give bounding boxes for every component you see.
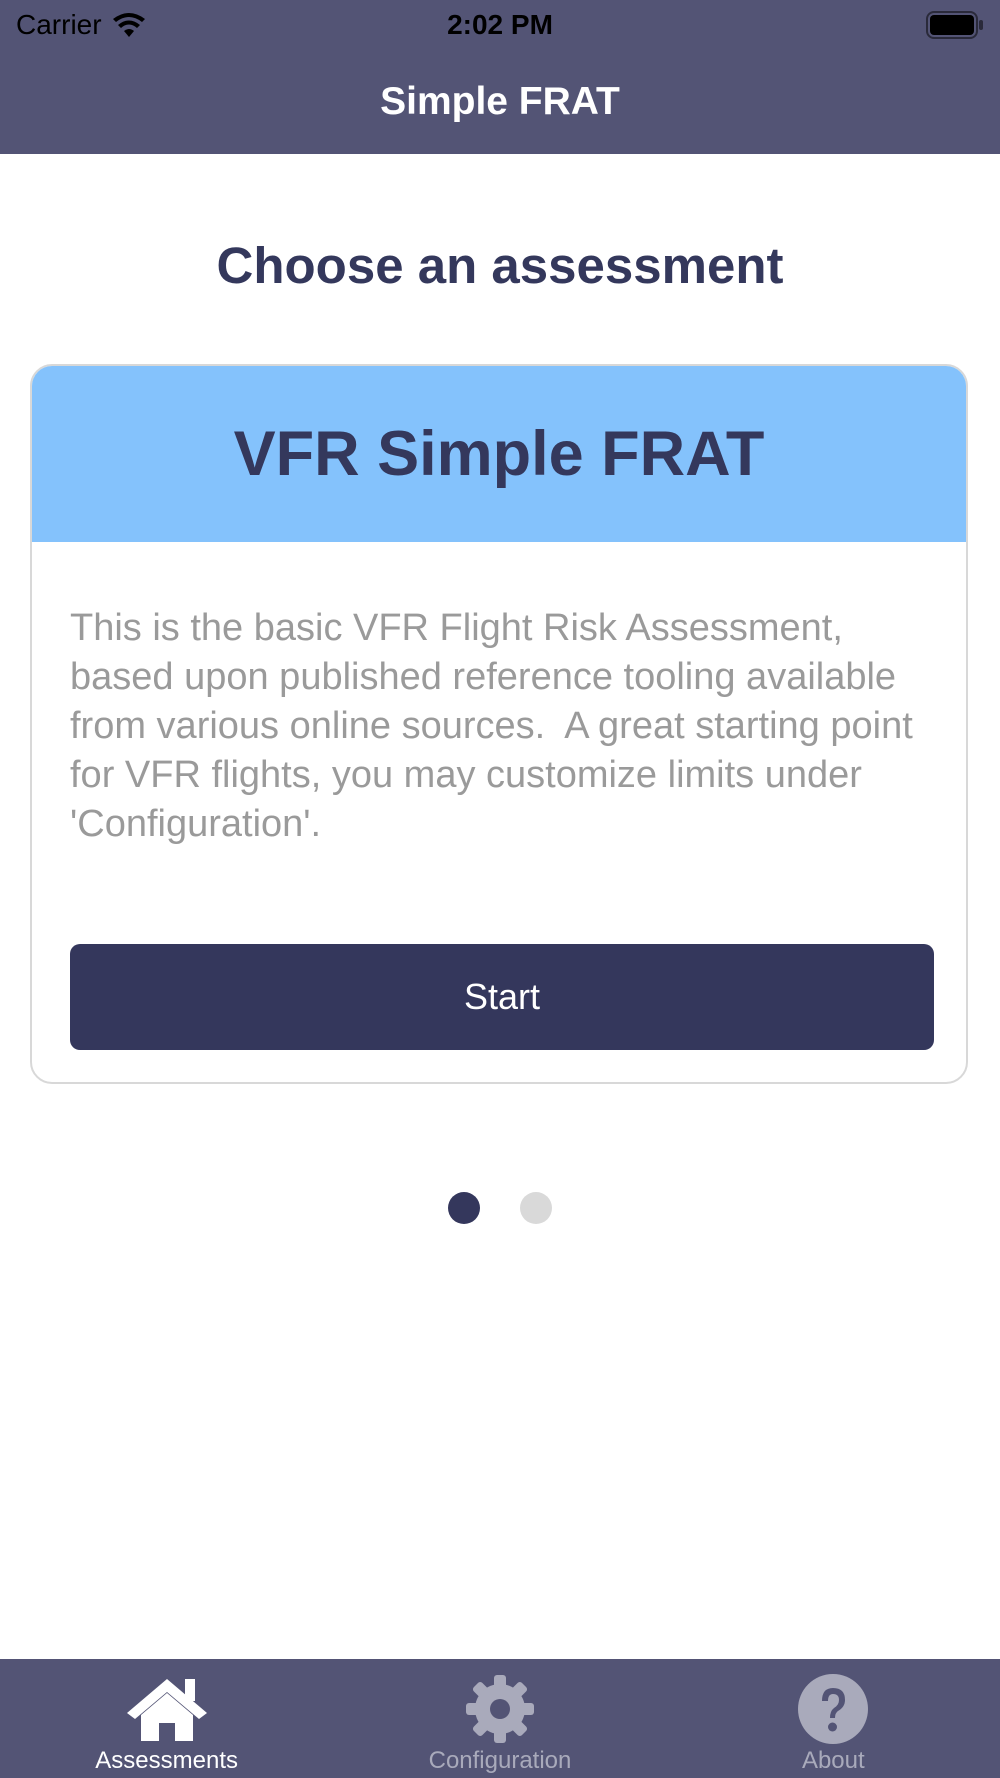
tab-bar: Assessments Configuration About xyxy=(0,1659,1000,1778)
tab-assessments[interactable]: Assessments xyxy=(0,1659,333,1778)
tab-label-assessments: Assessments xyxy=(95,1747,239,1774)
card-description: This is the basic VFR Flight Risk Assess… xyxy=(70,607,924,845)
nav-title: Simple FRAT xyxy=(380,80,620,123)
card-title: VFR Simple FRAT xyxy=(233,419,765,489)
card-header: VFR Simple FRAT xyxy=(32,366,966,542)
assessment-card: VFR Simple FRAT This is the basic VFR Fl… xyxy=(30,364,968,1084)
tab-label-about: About xyxy=(801,1747,865,1774)
tab-configuration[interactable]: Configuration xyxy=(333,1659,666,1778)
page-indicator xyxy=(0,1192,1000,1224)
page-dot-2[interactable] xyxy=(520,1192,552,1224)
tab-label-configuration: Configuration xyxy=(428,1747,572,1774)
page-dot-1[interactable] xyxy=(448,1192,480,1224)
top-header: Carrier 2:02 PM Simple FRAT xyxy=(0,0,1000,154)
house-icon xyxy=(125,1673,209,1745)
start-button[interactable]: Start xyxy=(70,944,934,1050)
page-title: Choose an assessment xyxy=(216,236,784,294)
question-circle-icon xyxy=(791,1673,875,1745)
gear-icon xyxy=(458,1673,542,1745)
status-time: 2:02 PM xyxy=(447,9,553,40)
tab-about[interactable]: About xyxy=(667,1659,1000,1778)
battery-icon xyxy=(926,11,984,39)
